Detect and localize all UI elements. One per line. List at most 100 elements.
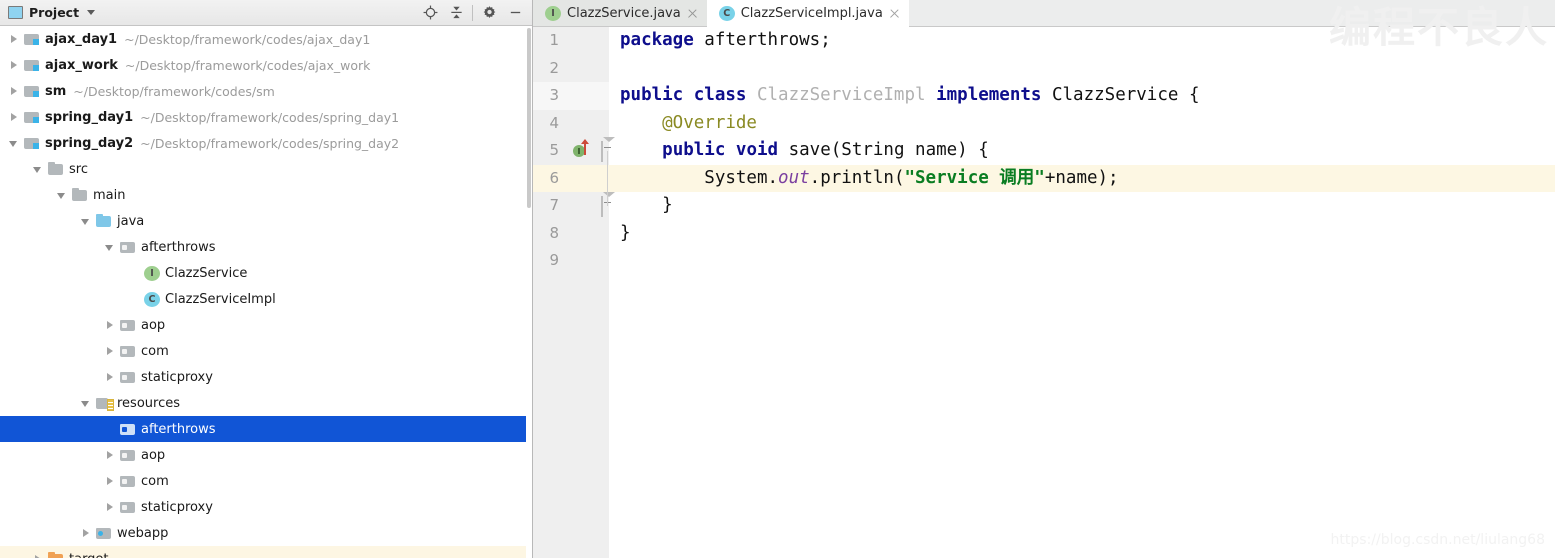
tree-row-com[interactable]: com (0, 338, 532, 364)
code-content[interactable]: package afterthrows; public class ClazzS… (609, 27, 1555, 558)
pkg-folder-icon (120, 447, 136, 463)
tree-row-aop[interactable]: aop (0, 312, 532, 338)
chevron-right-icon[interactable] (32, 553, 45, 558)
tree-item-label: sm (45, 83, 67, 99)
chevron-right-icon[interactable] (8, 111, 21, 124)
gutter-line-3[interactable]: 3 (533, 82, 609, 110)
code-line-5[interactable]: public void save(String name) { (609, 137, 1555, 165)
tree-row-src[interactable]: src (0, 156, 532, 182)
class-icon: C (718, 5, 735, 21)
chevron-right-icon[interactable] (104, 319, 117, 332)
gutter-line-4[interactable]: 4 (533, 110, 609, 138)
pkg-folder-icon (120, 369, 136, 385)
editor-tab-clazzservice[interactable]: I ClazzService.java (533, 0, 707, 26)
code-line-8[interactable]: } (609, 220, 1555, 248)
code-line-4[interactable]: @Override (609, 110, 1555, 138)
tree-row-afterthrows[interactable]: afterthrows (0, 234, 532, 260)
chevron-right-icon[interactable] (104, 371, 117, 384)
chevron-down-icon[interactable] (8, 137, 21, 150)
tree-row-target[interactable]: target (0, 546, 532, 558)
sidebar-scroll-thumb[interactable] (527, 28, 531, 208)
line-number: 8 (549, 223, 559, 242)
code-line-9[interactable] (609, 247, 1555, 275)
chevron-right-icon[interactable] (104, 501, 117, 514)
sidebar-scrollbar[interactable] (526, 26, 532, 558)
module-folder-icon (24, 109, 40, 125)
chevron-right-icon[interactable] (104, 449, 117, 462)
tree-row-afterthrows[interactable]: afterthrows (0, 416, 532, 442)
chevron-down-icon[interactable] (32, 163, 45, 176)
tree-row-main[interactable]: main (0, 182, 532, 208)
locate-icon[interactable] (417, 1, 443, 25)
chevron-down-icon[interactable] (104, 241, 117, 254)
gutter-line-1[interactable]: 1 (533, 27, 609, 55)
close-icon[interactable] (889, 8, 900, 19)
pkg-folder-icon (120, 239, 136, 255)
chevron-right-icon[interactable] (8, 33, 21, 46)
code-editor[interactable]: 1 2 3 4 5I 6 7 8 9 package afterthrows; public c… (533, 27, 1555, 558)
tree-item-label: ClazzService (165, 265, 248, 281)
gutter-line-8[interactable]: 8 (533, 220, 609, 248)
chevron-right-icon[interactable] (80, 527, 93, 540)
code-line-1[interactable]: package afterthrows; (609, 27, 1555, 55)
tree-row-staticproxy[interactable]: staticproxy (0, 364, 532, 390)
chevron-down-icon[interactable] (56, 189, 69, 202)
tree-item-label: webapp (117, 525, 169, 541)
code-token-plain: } (620, 222, 631, 243)
pane-toolbar (417, 1, 528, 25)
tree-item-label: com (141, 473, 169, 489)
tree-item-label: ajax_work (45, 57, 118, 73)
tree-item-label: src (69, 161, 88, 177)
tree-row-spring_day1[interactable]: spring_day1 ~/Desktop/framework/codes/spr… (0, 104, 532, 130)
gutter-line-9[interactable]: 9 (533, 247, 609, 275)
tree-row-clazzserviceimpl[interactable]: C ClazzServiceImpl (0, 286, 532, 312)
close-icon[interactable] (687, 8, 698, 19)
tree-row-clazzservice[interactable]: I ClazzService (0, 260, 532, 286)
code-token-plain: System. (620, 167, 779, 188)
chevron-down-icon[interactable] (80, 397, 93, 410)
tree-row-java[interactable]: java (0, 208, 532, 234)
code-line-2[interactable] (609, 55, 1555, 83)
settings-gear-icon[interactable] (476, 1, 502, 25)
tree-item-path: ~/Desktop/framework/codes/sm (73, 83, 275, 99)
tree-row-resources[interactable]: resources (0, 390, 532, 416)
tree-row-sm[interactable]: sm ~/Desktop/framework/codes/sm (0, 78, 532, 104)
gutter-line-2[interactable]: 2 (533, 55, 609, 83)
chevron-right-icon[interactable] (8, 85, 21, 98)
project-pane-header: Project (0, 0, 532, 26)
chevron-down-icon[interactable] (80, 215, 93, 228)
tree-row-aop[interactable]: aop (0, 442, 532, 468)
chevron-down-icon[interactable] (87, 10, 96, 15)
gutter-line-5[interactable]: 5I (533, 137, 615, 165)
editor-tabbar[interactable]: I ClazzService.java C ClazzServiceImpl.java (533, 0, 1555, 27)
web-folder-icon (96, 525, 112, 541)
code-token-plain: save(String name) { (778, 140, 989, 160)
code-token-gray: ClazzServiceImpl (756, 85, 926, 105)
gutter-line-6[interactable]: 6 (533, 164, 609, 192)
class-icon: C (144, 291, 160, 307)
project-pane-title[interactable]: Project (8, 5, 96, 20)
chevron-right-icon[interactable] (104, 345, 117, 358)
override-arrow-icon[interactable] (581, 139, 589, 155)
res-folder-icon (96, 395, 114, 411)
tree-row-spring_day2[interactable]: spring_day2 ~/Desktop/framework/codes/spr… (0, 130, 532, 156)
tree-row-ajax_day1[interactable]: ajax_day1 ~/Desktop/framework/codes/ajax_… (0, 26, 532, 52)
code-token-kw: package (620, 30, 694, 50)
chevron-right-icon[interactable] (8, 59, 21, 72)
collapse-all-icon[interactable] (443, 1, 469, 25)
code-line-3[interactable]: public class ClazzServiceImpl implements… (609, 82, 1555, 110)
code-line-6[interactable]: System.out.println("Service 调用"+name); (609, 164, 1555, 192)
editor-tab-clazzserviceimpl[interactable]: C ClazzServiceImpl.java (706, 0, 909, 27)
pkg-folder-icon (120, 499, 136, 515)
project-tree[interactable]: ajax_day1 ~/Desktop/framework/codes/ajax_… (0, 26, 532, 558)
gutter-line-7[interactable]: 7 (533, 192, 615, 220)
tree-item-label: staticproxy (141, 369, 213, 385)
minimize-icon[interactable] (502, 1, 528, 25)
tree-row-ajax_work[interactable]: ajax_work ~/Desktop/framework/codes/ajax_… (0, 52, 532, 78)
editor-gutter[interactable]: 1 2 3 4 5I 6 7 8 9 (533, 27, 615, 558)
tree-row-staticproxy[interactable]: staticproxy (0, 494, 532, 520)
code-line-7[interactable]: } (609, 192, 1555, 220)
chevron-right-icon[interactable] (104, 475, 117, 488)
tree-row-webapp[interactable]: webapp (0, 520, 532, 546)
tree-row-com[interactable]: com (0, 468, 532, 494)
